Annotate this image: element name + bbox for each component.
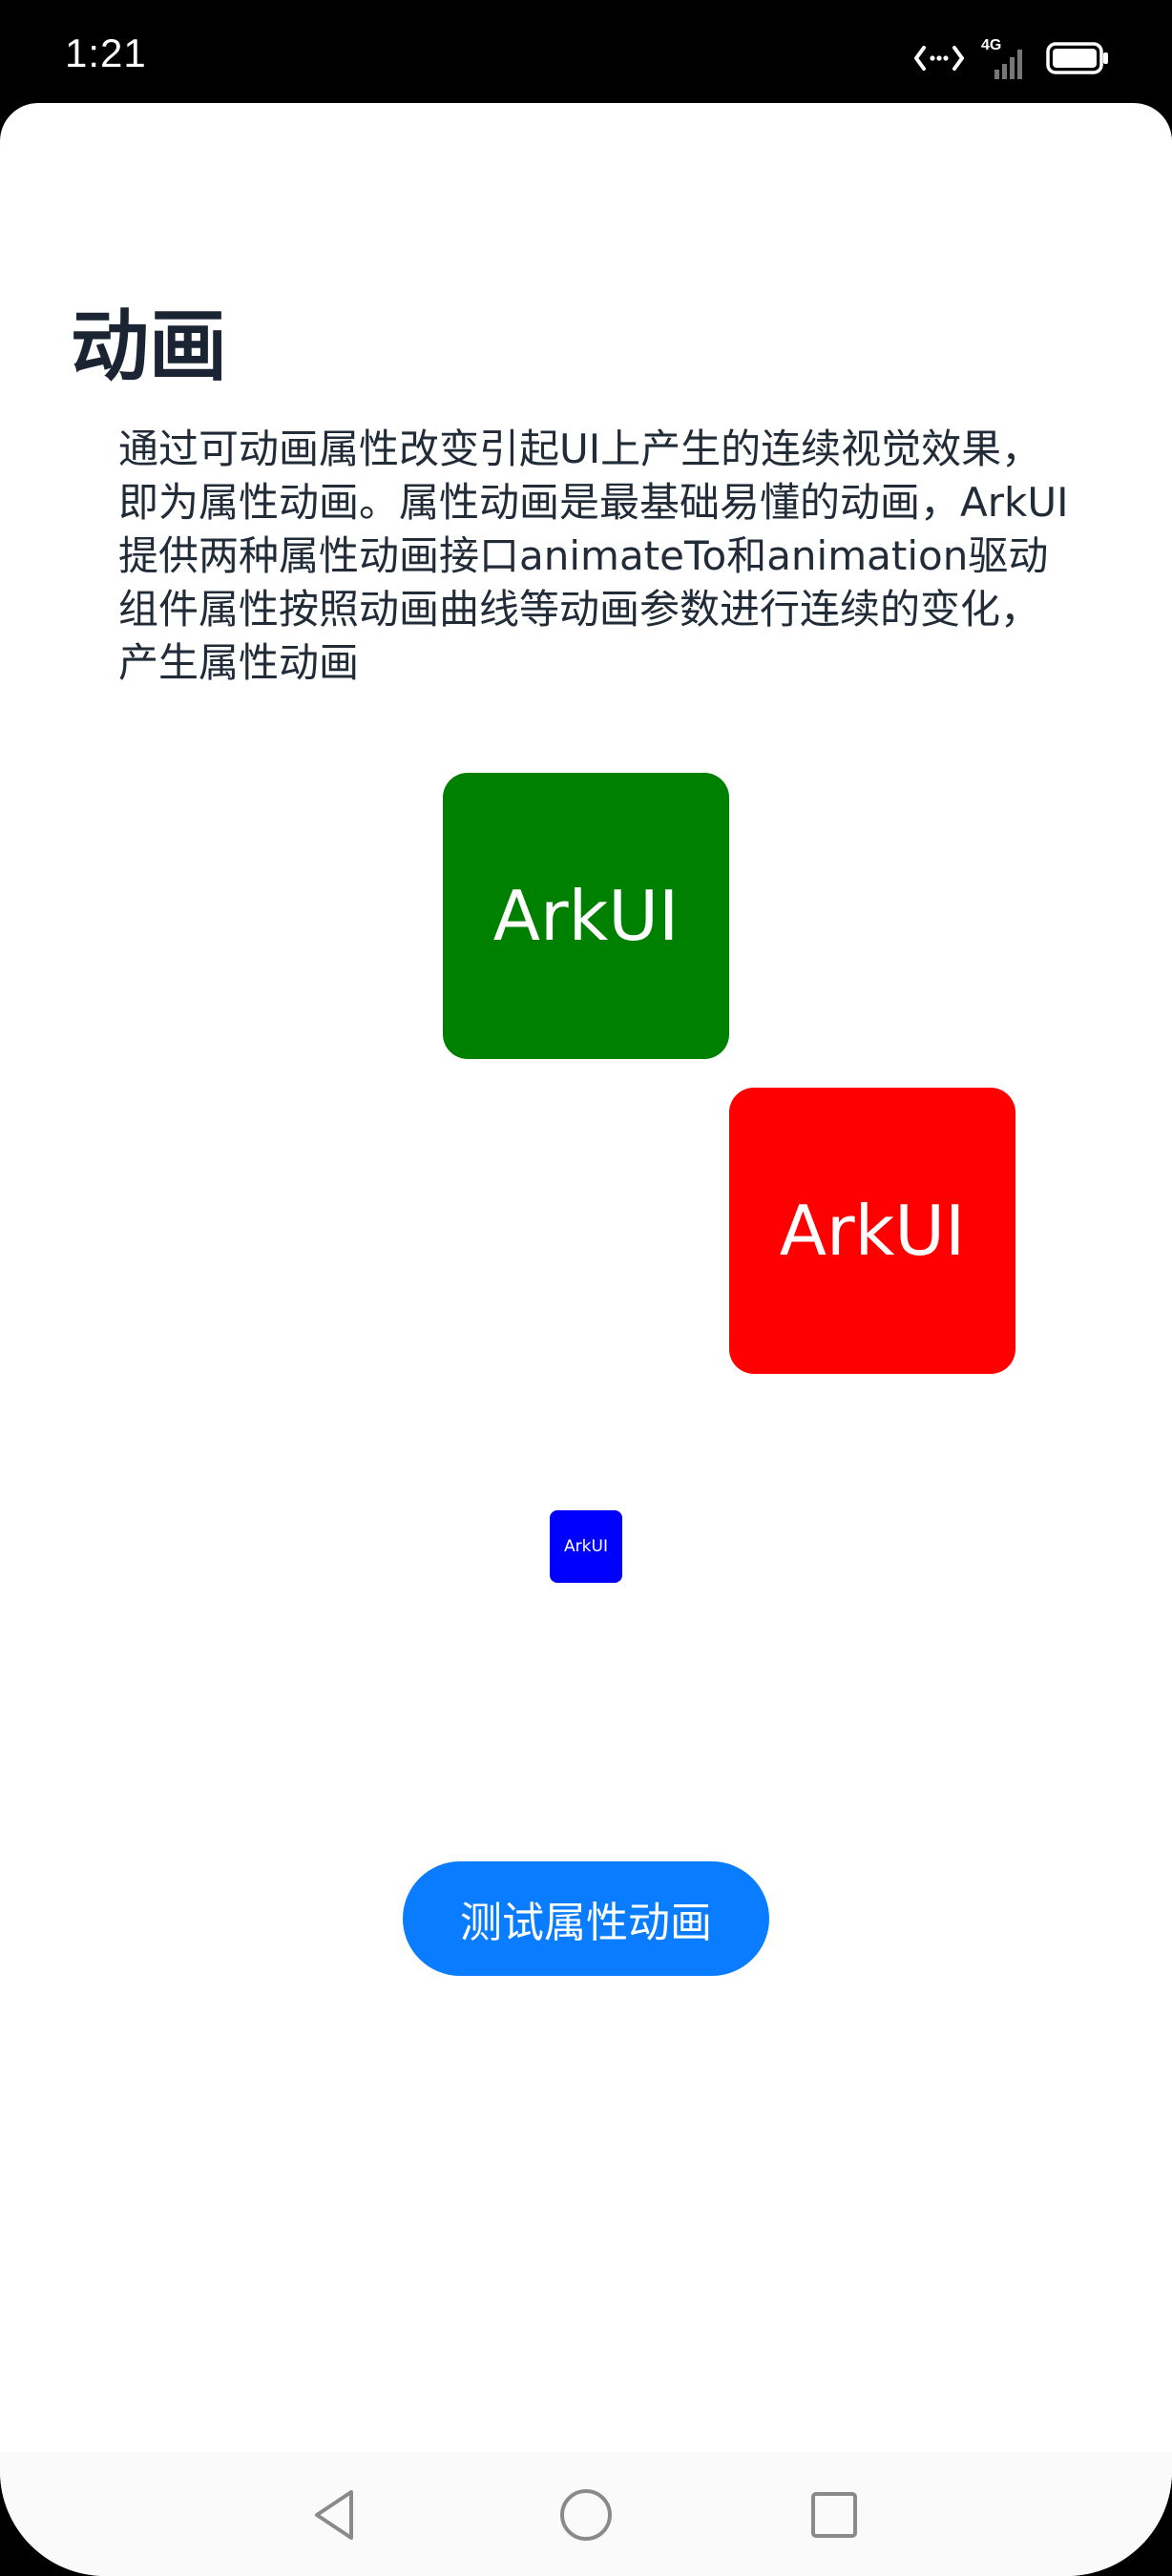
data-transfer-icon [914, 44, 964, 76]
animated-box-red: ArkUI [729, 1088, 1015, 1374]
box-label-red: ArkUI [779, 1191, 966, 1271]
description-text: 通过可动画属性改变引起UI上产生的连续视觉效果，即为属性动画。属性动画是最基础易… [118, 426, 1069, 686]
recents-icon[interactable] [798, 2479, 870, 2551]
status-bar: 1:21 4G [0, 0, 1172, 103]
home-icon[interactable] [550, 2479, 622, 2551]
back-icon[interactable] [300, 2479, 372, 2551]
box-label-green: ArkUI [492, 876, 680, 956]
battery-icon [1046, 42, 1109, 78]
page-title: 动画 [71, 301, 228, 392]
signal-icon: 4G [981, 37, 1029, 81]
status-icons: 4G [914, 36, 1109, 84]
test-animation-button[interactable]: 测试属性动画 [403, 1861, 769, 1976]
animated-box-blue: ArkUI [550, 1510, 622, 1583]
status-time: 1:21 [65, 31, 147, 75]
box-label-blue: ArkUI [564, 1537, 608, 1556]
system-nav-bar [0, 2452, 1172, 2576]
app-screen: 动画 通过可动画属性改变引起UI上产生的连续视觉效果，即为属性动画。属性动画是最… [0, 103, 1172, 2576]
animated-box-green: ArkUI [443, 773, 729, 1059]
test-animation-button-label: 测试属性动画 [460, 1899, 712, 1947]
